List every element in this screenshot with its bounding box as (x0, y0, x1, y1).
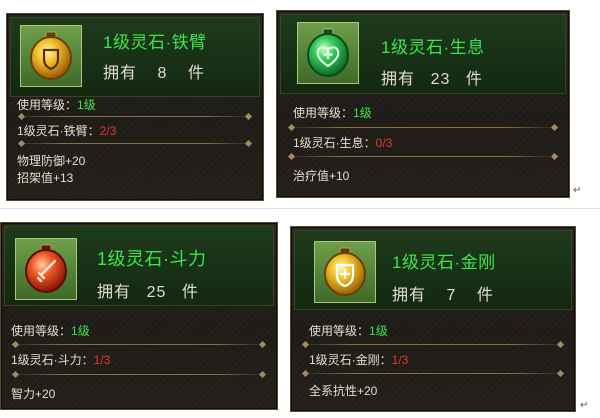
item-icon-frame[interactable] (314, 241, 376, 303)
item-icon-frame[interactable] (20, 25, 82, 87)
stat-line: 治疗值+10 (293, 169, 350, 183)
item-name: 1级灵石·生息 (381, 38, 485, 57)
item-tooltip-card: 1级灵石·金刚 拥有 7 件 使用等级：1级 1级灵石·金刚：1/3 全系抗性+… (290, 226, 576, 412)
set-progress: 1级灵石·生息：0/3 (293, 136, 393, 150)
owned-label: 拥有 (103, 65, 138, 82)
sword-icon (25, 244, 67, 293)
divider (299, 373, 567, 374)
divider (15, 143, 255, 144)
divider (285, 127, 561, 128)
owned-number: 23 (430, 71, 451, 88)
item-tooltip-card: 1级灵石·铁臂 拥有 8 件 使用等级：1级 1级灵石·铁臂：2/3 物理防御+… (6, 13, 264, 201)
item-tooltip-card: 1级灵石·斗力 拥有 25 件 使用等级：1级 1级灵石·斗力：1/3 智力+2… (0, 222, 278, 410)
item-name: 1级灵石·金刚 (392, 253, 496, 272)
item-icon-frame[interactable] (15, 238, 77, 300)
paragraph-mark: ↵ (580, 400, 589, 411)
required-level: 使用等级：1级 (309, 324, 388, 338)
divider (299, 344, 567, 345)
owned-label: 拥有 (97, 284, 132, 301)
stat-line: 智力+20 (11, 387, 56, 401)
owned-number: 25 (146, 284, 167, 301)
required-level: 使用等级：1级 (11, 324, 90, 338)
owned-number: 7 (446, 287, 457, 304)
owned-unit: 件 (187, 65, 205, 82)
owned-count: 拥有 23 件 (381, 65, 483, 89)
item-icon-frame[interactable] (297, 22, 359, 84)
owned-label: 拥有 (392, 287, 427, 304)
shield-icon (30, 31, 72, 80)
item-tooltip-card: 1级灵石·生息 拥有 23 件 使用等级：1级 1级灵石·生息：0/3 治疗值+… (276, 10, 570, 198)
owned-unit: 件 (181, 284, 199, 301)
required-level: 使用等级：1级 (17, 98, 96, 112)
owned-unit: 件 (465, 71, 483, 88)
item-header: 1级灵石·斗力 拥有 25 件 (4, 226, 274, 306)
owned-count: 拥有 8 件 (103, 59, 205, 83)
set-progress: 1级灵石·斗力：1/3 (11, 353, 111, 367)
item-header: 1级灵石·金刚 拥有 7 件 (294, 230, 572, 310)
divider (9, 344, 269, 345)
owned-unit: 件 (476, 287, 494, 304)
owned-count: 拥有 7 件 (392, 281, 494, 305)
stat-line: 全系抗性+20 (309, 384, 378, 398)
owned-label: 拥有 (381, 71, 416, 88)
set-progress: 1级灵石·铁臂：2/3 (17, 124, 117, 138)
stat-line: 物理防御+20 (17, 154, 86, 168)
item-header: 1级灵石·生息 拥有 23 件 (280, 14, 566, 94)
required-level: 使用等级：1级 (293, 106, 372, 120)
stat-line: 招架值+13 (17, 171, 74, 185)
divider (9, 374, 269, 375)
item-header: 1级灵石·铁臂 拥有 8 件 (10, 17, 260, 97)
heart-plus-icon (307, 28, 349, 77)
item-name: 1级灵石·铁臂 (103, 33, 207, 52)
paragraph-mark: ↵ (573, 185, 582, 196)
separator (0, 208, 600, 209)
owned-count: 拥有 25 件 (97, 278, 199, 302)
owned-number: 8 (157, 65, 168, 82)
set-progress: 1级灵石·金刚：1/3 (309, 353, 409, 367)
divider (285, 156, 561, 157)
item-name: 1级灵石·斗力 (97, 249, 207, 269)
divider (15, 116, 255, 117)
shield-plus-icon (324, 247, 366, 296)
